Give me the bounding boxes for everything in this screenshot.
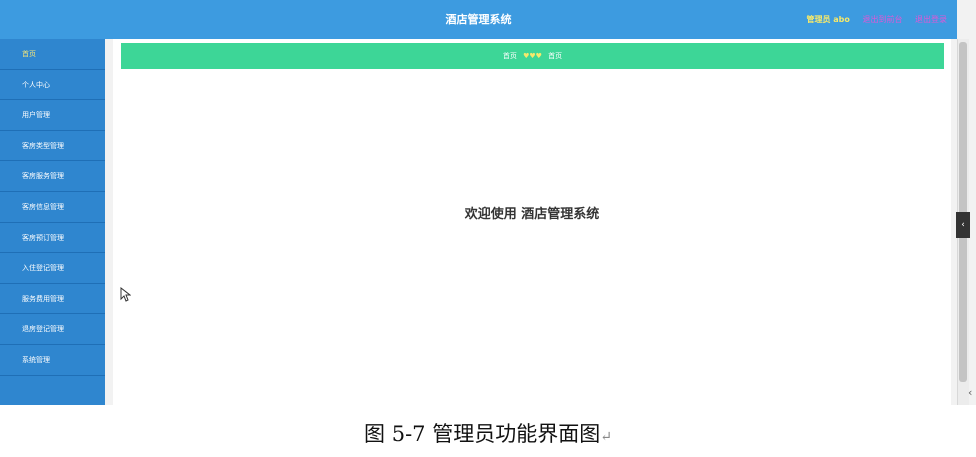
back-to-frontend-link[interactable]: 退出到前台 xyxy=(862,15,902,24)
screenshot: 酒店管理系统 管理员 abo 退出到前台 退出登录 首页 个人中心 用户管理 客… xyxy=(0,0,976,405)
breadcrumb: 首页 ♥♥♥ 首页 xyxy=(121,43,944,69)
header-actions: 管理员 abo 退出到前台 退出登录 xyxy=(797,0,948,39)
sidebar-item-room-booking-management[interactable]: 客房预订管理 xyxy=(0,223,105,254)
main-content: 首页 ♥♥♥ 首页 欢迎使用 酒店管理系统 xyxy=(113,39,951,405)
chevron-left-icon: ‹ xyxy=(968,386,973,399)
sidebar-item-room-type-management[interactable]: 客房类型管理 xyxy=(0,131,105,162)
sidebar-item-room-service-management[interactable]: 客房服务管理 xyxy=(0,161,105,192)
return-mark-icon: ↵ xyxy=(600,429,612,445)
sidebar-item-system-management[interactable]: 系统管理 xyxy=(0,345,105,376)
sidebar-item-user-management[interactable]: 用户管理 xyxy=(0,100,105,131)
logout-link[interactable]: 退出登录 xyxy=(915,15,947,24)
sidebar-menu: 首页 个人中心 用户管理 客房类型管理 客房服务管理 客房信息管理 客房预订管理… xyxy=(0,39,105,405)
admin-username: 管理员 abo xyxy=(806,15,850,24)
mouse-pointer-icon xyxy=(120,286,132,306)
sidebar-item-home[interactable]: 首页 xyxy=(0,39,105,70)
figure-caption: 图 5-7 管理员功能界面图↵ xyxy=(0,418,976,448)
caption-text: 图 5-7 管理员功能界面图 xyxy=(364,422,601,446)
sidebar-item-checkout-management[interactable]: 退房登记管理 xyxy=(0,314,105,345)
breadcrumb-home[interactable]: 首页 xyxy=(503,52,517,60)
welcome-message: 欢迎使用 酒店管理系统 xyxy=(464,207,600,222)
sidebar-item-personal-center[interactable]: 个人中心 xyxy=(0,70,105,101)
sidebar-item-service-fee-management[interactable]: 服务费用管理 xyxy=(0,284,105,315)
sidebar-item-checkin-management[interactable]: 入住登记管理 xyxy=(0,253,105,284)
breadcrumb-separator: ♥♥♥ xyxy=(523,52,542,60)
breadcrumb-current: 首页 xyxy=(548,52,563,60)
sidebar-item-room-info-management[interactable]: 客房信息管理 xyxy=(0,192,105,223)
collapse-toggle-button[interactable]: ‹ xyxy=(956,212,970,238)
top-header: 酒店管理系统 管理员 abo 退出到前台 退出登录 xyxy=(0,0,957,39)
